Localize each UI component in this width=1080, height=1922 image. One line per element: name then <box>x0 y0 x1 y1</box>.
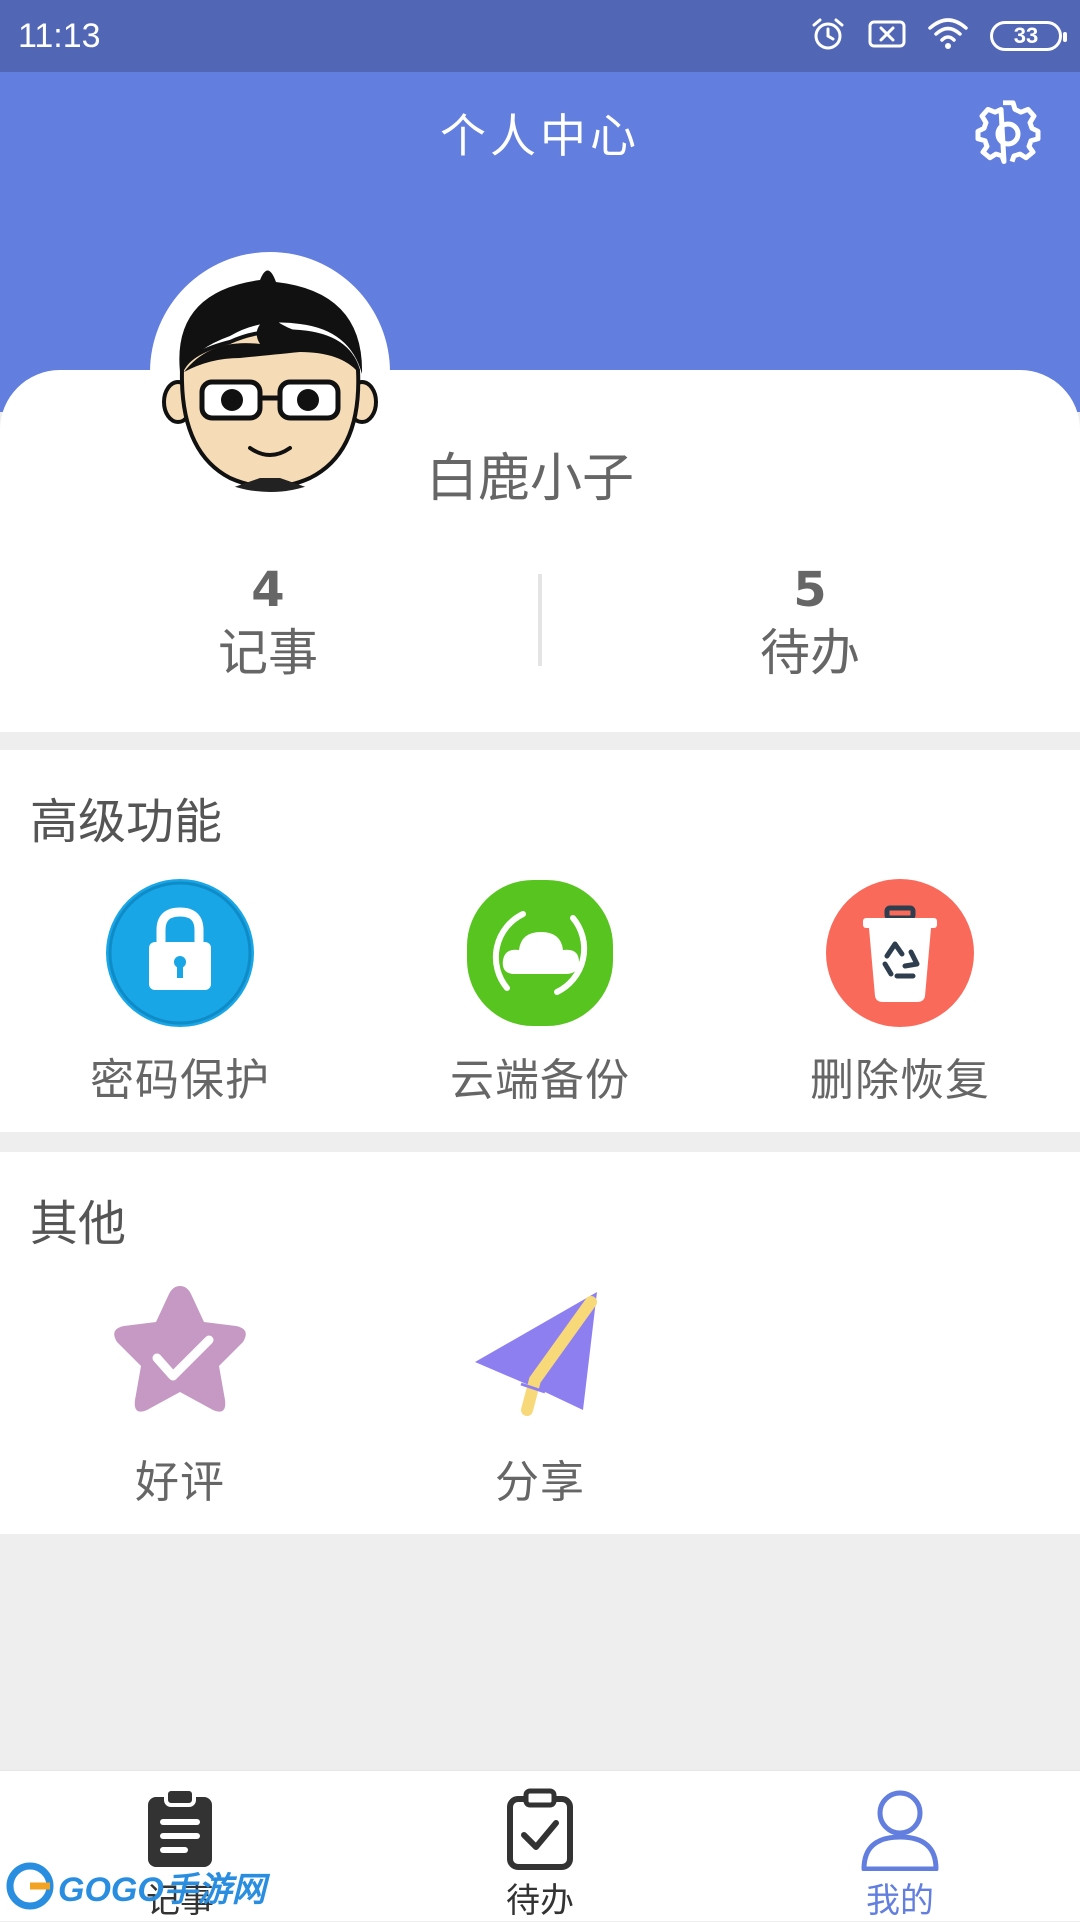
tab-todos[interactable]: 待办 <box>420 1771 660 1921</box>
settings-button[interactable] <box>974 100 1042 168</box>
others-section: 其他 好评 分享 <box>0 1152 1080 1534</box>
delete-restore-label: 删除恢复 <box>810 1055 990 1106</box>
rate-label: 好评 <box>135 1457 225 1508</box>
star-check-icon <box>114 1286 246 1412</box>
battery-icon: 33 <box>990 21 1067 51</box>
username: 白鹿小子 <box>425 449 634 509</box>
watermark-logo-icon <box>6 1862 54 1910</box>
stat-todos[interactable]: 5 待办 <box>660 560 960 686</box>
alarm-icon <box>810 16 846 56</box>
share-item[interactable]: 分享 <box>400 1280 680 1510</box>
password-protect-item[interactable]: 密码保护 <box>40 878 320 1108</box>
tab-mine-label: 我的 <box>866 1881 934 1921</box>
section-title-advanced: 高级功能 <box>30 794 223 850</box>
password-protect-label: 密码保护 <box>90 1055 270 1106</box>
gear-icon <box>975 100 1041 164</box>
paper-plane-icon <box>475 1292 597 1416</box>
cloud-icon <box>467 880 613 1026</box>
advanced-section: 高级功能 密码保护 云端备份 删除恢复 <box>0 750 1080 1132</box>
status-icons: 33 <box>810 16 1067 56</box>
page-title: 个人中心 <box>440 109 640 163</box>
clipboard-check-icon <box>507 1788 573 1870</box>
stat-todos-count: 5 <box>793 562 827 618</box>
cloud-backup-label: 云端备份 <box>450 1055 630 1106</box>
status-bar: 11:13 33 <box>0 0 1080 72</box>
watermark: GOGO手游网 <box>6 1858 266 1914</box>
wifi-icon <box>928 18 968 54</box>
stat-notes-count: 4 <box>251 562 285 618</box>
lock-icon <box>106 879 254 1027</box>
tab-mine[interactable]: 我的 <box>780 1771 1020 1921</box>
watermark-text: GOGO手游网 <box>58 1870 266 1909</box>
stat-notes-label: 记事 <box>218 624 318 682</box>
status-time: 11:13 <box>18 16 101 55</box>
recycle-bin-icon <box>826 879 974 1027</box>
user-icon <box>861 1790 939 1871</box>
stat-todos-label: 待办 <box>760 624 860 682</box>
stat-divider <box>538 574 542 666</box>
tab-todos-label: 待办 <box>506 1881 574 1921</box>
sim-x-icon <box>868 19 906 53</box>
avatar[interactable] <box>150 252 390 492</box>
share-label: 分享 <box>495 1457 585 1508</box>
section-title-others: 其他 <box>30 1196 127 1252</box>
stat-notes[interactable]: 4 记事 <box>118 560 418 686</box>
cloud-backup-item[interactable]: 云端备份 <box>400 878 680 1108</box>
rate-item[interactable]: 好评 <box>40 1280 320 1510</box>
delete-restore-item[interactable]: 删除恢复 <box>760 878 1040 1108</box>
